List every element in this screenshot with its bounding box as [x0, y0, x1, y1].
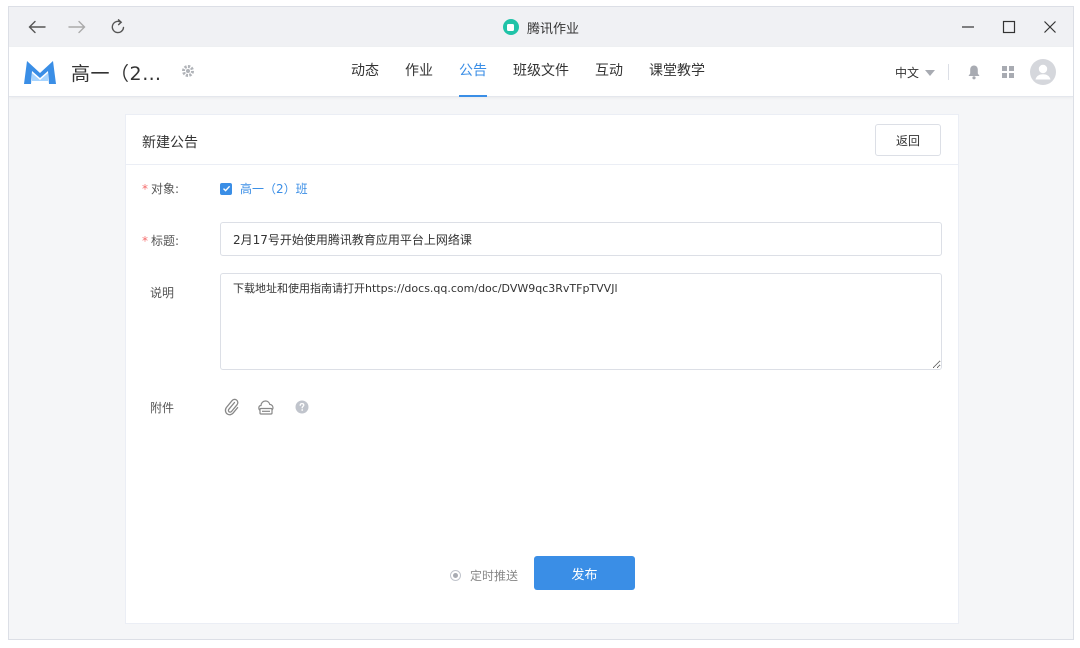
divider	[948, 64, 949, 80]
publish-button[interactable]: 发布	[534, 556, 635, 590]
app-header: 高一（2… 动态 作业 公告 班级文件 互动 课堂教学 中文	[9, 47, 1073, 97]
radio-icon	[450, 570, 461, 581]
class-name[interactable]: 高一（2…	[71, 59, 162, 86]
tab-class-files[interactable]: 班级文件	[513, 47, 569, 97]
gear-icon[interactable]	[179, 62, 197, 80]
close-icon[interactable]	[1037, 15, 1063, 39]
title-input[interactable]	[220, 222, 942, 256]
cloud-drive-icon[interactable]	[256, 397, 276, 417]
maximize-icon[interactable]	[996, 15, 1022, 39]
tab-feed[interactable]: 动态	[351, 47, 379, 97]
back-button[interactable]: 返回	[875, 124, 941, 156]
window-title: 腾讯作业	[9, 7, 1073, 47]
scheduled-push-label: 定时推送	[470, 569, 519, 583]
avatar[interactable]	[1030, 59, 1056, 85]
app-window: 腾讯作业 高一（2… 动态 作业 公告 班级文件 互动 课堂教学 中文 新建公告…	[8, 6, 1074, 640]
tab-classroom-teaching[interactable]: 课堂教学	[649, 47, 705, 97]
brand-logo-icon[interactable]	[23, 59, 57, 85]
page-title: 新建公告	[142, 135, 198, 151]
attachment-label: 附件	[150, 401, 175, 415]
app-logo-icon	[502, 19, 519, 35]
required-mark: *	[142, 182, 148, 196]
title-label-text: 标题:	[151, 234, 180, 248]
chevron-down-icon	[925, 69, 936, 76]
title-label: * 标题:	[142, 232, 179, 249]
target-class-label: 高一（2）班	[240, 182, 308, 196]
tab-announcement[interactable]: 公告	[459, 47, 487, 97]
window-title-text: 腾讯作业	[526, 21, 579, 37]
description-textarea[interactable]: 下载地址和使用指南请打开https://docs.qq.com/doc/DVW9…	[220, 273, 942, 370]
target-class-checkbox[interactable]: 高一（2）班	[220, 180, 308, 197]
minimize-icon[interactable]	[955, 15, 981, 39]
apps-grid-icon[interactable]	[997, 61, 1019, 83]
target-label: * 对象:	[142, 180, 179, 197]
announcement-form-card: 新建公告 返回 *对象: 高一（2）班 *标题: 说明 下载地址和使用指南请打开…	[125, 114, 959, 624]
bell-icon[interactable]	[963, 61, 985, 83]
title-bar: 腾讯作业	[9, 7, 1073, 47]
language-label: 中文	[895, 66, 920, 80]
checkbox-checked-icon	[220, 182, 232, 195]
tab-interaction[interactable]: 互动	[595, 47, 623, 97]
help-icon[interactable]	[292, 397, 312, 417]
target-label-text: 对象:	[151, 182, 180, 196]
scheduled-push-option[interactable]: 定时推送	[450, 567, 518, 584]
required-mark: *	[142, 234, 148, 248]
card-header: 新建公告 返回	[126, 115, 958, 165]
language-select[interactable]: 中文	[895, 64, 936, 81]
description-label: 说明	[150, 286, 175, 300]
tab-homework[interactable]: 作业	[405, 47, 433, 97]
paperclip-icon[interactable]	[222, 397, 242, 417]
